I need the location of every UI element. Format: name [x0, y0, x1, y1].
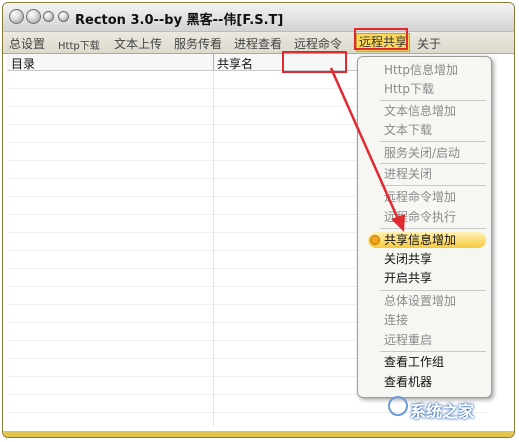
- annotation-arrow-icon: [329, 67, 405, 232]
- watermark-logo-icon: [388, 396, 408, 416]
- watermark-text: 系统之家: [410, 402, 475, 421]
